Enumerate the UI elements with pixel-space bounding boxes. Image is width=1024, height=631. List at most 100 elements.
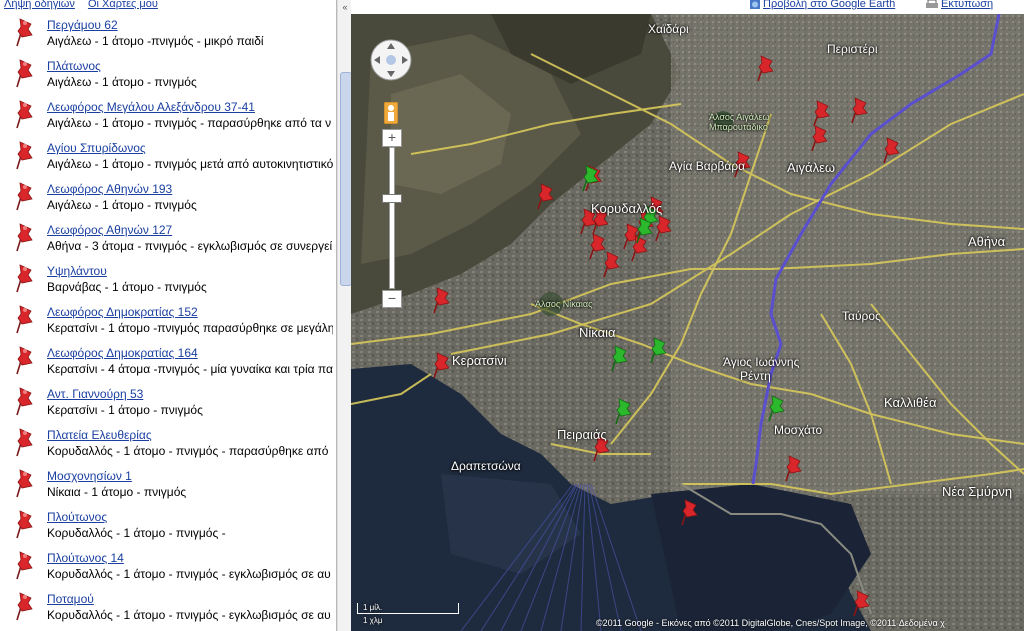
placemark-list-item[interactable]: Μοσχονησίων 1 Νίκαια - 1 άτομο - πνιγμός: [0, 467, 336, 508]
map-label-aigaleo: Αιγάλεω: [787, 160, 836, 175]
placemark-description: Αιγάλεω - 1 άτομο -πνιγμός - μικρό παιδί: [47, 34, 264, 48]
zoom-in-button[interactable]: +: [382, 129, 402, 147]
map-label-alsos: Άλσος Αιγάλεω: [709, 112, 770, 122]
placemark-description: Αθήνα - 3 άτομα - πνιγμός - εγκλωβισμός …: [47, 239, 333, 253]
map-label-keratsini: Κερατσίνι: [452, 353, 507, 368]
red-pushpin-icon: [16, 59, 33, 88]
green-pushpin-icon[interactable]: [613, 397, 635, 425]
placemark-description: Κορυδαλλός - 1 άτομο - πνιγμός - εγκλωβι…: [47, 567, 331, 581]
directions-link[interactable]: Λήψη οδηγιών: [4, 0, 75, 10]
placemark-list-item[interactable]: Λεωφόρος Δημοκρατίας 152 Κερατσίνι - 1 άτ…: [0, 303, 336, 344]
placemark-title[interactable]: Αγίου Σπυρίδωνος: [47, 141, 146, 155]
placemark-title[interactable]: Πλούτωνος: [47, 510, 107, 524]
placemark-list-item[interactable]: Λεωφόρος Μεγάλου Αλεξάνδρου 37-41 Αιγάλεω…: [0, 98, 336, 139]
green-pushpin-icon[interactable]: [634, 216, 656, 244]
placemark-description: Κερατσίνι - 1 άτομο -πνιγμός παρασύρθηκε…: [47, 321, 333, 335]
placemark-title[interactable]: Πλατεία Ελευθερίας: [47, 428, 152, 442]
placemark-list-item[interactable]: Υψηλάντου Βαρνάβας - 1 άτομο - πνιγμός: [0, 262, 336, 303]
google-earth-icon: [750, 0, 760, 9]
placemark-description: Αιγάλεω - 1 άτομο - πνιγμός: [47, 198, 197, 212]
map-scale: 1 μίλ. 1 χλμ: [357, 603, 461, 627]
placemark-title[interactable]: Λεωφόρος Δημοκρατίας 164: [47, 346, 198, 360]
sidebar-scrollbar[interactable]: «: [337, 0, 352, 631]
sidebar-top-links: Λήψη οδηγιών Οι Χάρτες μου: [0, 0, 336, 10]
zoom-slider-thumb[interactable]: [382, 194, 402, 203]
placemark-list-item[interactable]: Πλούτωνος Κορυδαλλός - 1 άτομο - πνιγμός …: [0, 508, 336, 549]
placemark-title[interactable]: Πλούτωνος 14: [47, 551, 124, 565]
placemark-title[interactable]: Λεωφόρος Αθηνών 127: [47, 223, 172, 237]
red-pushpin-icon: [16, 469, 33, 498]
red-pushpin-icon: [16, 182, 33, 211]
map-label-chaidari: Χαϊδάρι: [648, 22, 689, 36]
placemark-title[interactable]: Λεωφόρος Μεγάλου Αλεξάνδρου 37-41: [47, 100, 255, 114]
placemark-list: Περγάμου 62 Αιγάλεω - 1 άτομο -πνιγμός - …: [0, 16, 336, 631]
green-pushpin-icon[interactable]: [766, 394, 788, 422]
placemark-list-item[interactable]: Λεωφόρος Αθηνών 193 Αιγάλεω - 1 άτομο - π…: [0, 180, 336, 221]
placemark-list-item[interactable]: Περγάμου 62 Αιγάλεω - 1 άτομο -πνιγμός - …: [0, 16, 336, 57]
placemark-description: Κορυδαλλός - 1 άτομο - πνιγμός - παρασύρ…: [47, 444, 329, 458]
red-pushpin-icon: [16, 18, 33, 47]
map-label-nea-smyrni: Νέα Σμύρνη: [942, 484, 1013, 499]
scale-miles: 1 μίλ.: [363, 603, 383, 612]
placemark-title[interactable]: Μοσχονησίων 1: [47, 469, 132, 483]
red-pushpin-icon[interactable]: [809, 124, 831, 152]
placemark-description: Νίκαια - 1 άτομο - πνιγμός: [47, 485, 187, 499]
placemark-description: Βαρνάβας - 1 άτομο - πνιγμός: [47, 280, 207, 294]
map-label-athina: Αθήνα: [968, 234, 1006, 249]
red-pushpin-icon[interactable]: [811, 99, 833, 127]
map-label-kallithea: Καλλιθέα: [884, 395, 937, 410]
red-pushpin-icon: [16, 428, 33, 457]
my-maps-link[interactable]: Οι Χάρτες μου: [88, 0, 158, 10]
map-toolbar: Προβολή στο Google Earth Εκτύπωση: [351, 0, 1024, 14]
collapse-icon[interactable]: «: [338, 0, 352, 14]
map-label-agios-ioannis: Άγιος Ιωάννης: [723, 355, 800, 369]
placemark-title[interactable]: Ποταμού: [47, 592, 94, 606]
placemark-list-item[interactable]: Λεωφόρος Δημοκρατίας 164 Κερατσίνι - 4 άτ…: [0, 344, 336, 385]
red-pushpin-icon[interactable]: [587, 232, 609, 260]
red-pushpin-icon: [16, 592, 33, 621]
placemark-title[interactable]: Αντ. Γιαννούρη 53: [47, 387, 143, 401]
red-pushpin-icon[interactable]: [535, 182, 557, 210]
red-pushpin-icon: [16, 305, 33, 334]
placemark-description: Κορυδαλλός - 1 άτομο - πνιγμός -: [47, 526, 226, 540]
red-pushpin-icon: [16, 387, 33, 416]
print-link[interactable]: Εκτύπωση: [941, 0, 993, 10]
map-label-peristeri: Περιστέρι: [827, 42, 878, 56]
placemark-list-item[interactable]: Ποταμού Κορυδαλλός - 1 άτομο - πνιγμός - …: [0, 590, 336, 631]
red-pushpin-icon[interactable]: [851, 589, 873, 617]
green-pushpin-icon[interactable]: [580, 164, 602, 192]
red-pushpin-icon[interactable]: [881, 136, 903, 164]
placemark-list-item[interactable]: Πλατεία Ελευθερίας Κορυδαλλός - 1 άτομο -…: [0, 426, 336, 467]
red-pushpin-icon[interactable]: [783, 454, 805, 482]
red-pushpin-icon[interactable]: [679, 498, 701, 526]
map-label-rentis: Ρέντη: [740, 369, 771, 383]
google-earth-link[interactable]: Προβολή στο Google Earth: [763, 0, 895, 10]
zoom-slider-track[interactable]: [389, 147, 395, 289]
red-pushpin-icon[interactable]: [849, 96, 871, 124]
red-pushpin-icon[interactable]: [755, 54, 777, 82]
map-label-drapetsona: Δραπετσώνα: [451, 459, 521, 473]
green-pushpin-icon[interactable]: [609, 344, 631, 372]
placemark-list-item[interactable]: Αγίου Σπυρίδωνος Αιγάλεω - 1 άτομο - πνιγ…: [0, 139, 336, 180]
green-pushpin-icon[interactable]: [648, 336, 670, 364]
map-label-alsos2: Μπαρουτάδικο: [709, 122, 768, 132]
placemark-title[interactable]: Λεωφόρος Αθηνών 193: [47, 182, 172, 196]
map-imagery: [351, 14, 1024, 631]
pan-control[interactable]: [369, 38, 413, 82]
red-pushpin-icon[interactable]: [431, 286, 453, 314]
satellite-map[interactable]: Χαϊδάρι Περιστέρι Άλσος Αιγάλεω Μπαρουτά…: [351, 14, 1024, 631]
placemark-title[interactable]: Λεωφόρος Δημοκρατίας 152: [47, 305, 198, 319]
placemark-description: Κερατσίνι - 4 άτομα -πνιγμός - μία γυναί…: [47, 362, 333, 376]
zoom-out-button[interactable]: −: [382, 290, 402, 308]
placemark-title[interactable]: Περγάμου 62: [47, 18, 118, 32]
placemark-list-item[interactable]: Αντ. Γιαννούρη 53 Κερατσίνι - 1 άτομο - π…: [0, 385, 336, 426]
placemark-list-item[interactable]: Πλούτωνος 14 Κορυδαλλός - 1 άτομο - πνιγμ…: [0, 549, 336, 590]
placemark-title[interactable]: Υψηλάντου: [47, 264, 107, 278]
placemark-list-item[interactable]: Πλάτωνος Αιγάλεω - 1 άτομο - πνιγμός: [0, 57, 336, 98]
map-label-agia-varvara: Αγία Βαρβάρα: [669, 159, 746, 173]
red-pushpin-icon[interactable]: [431, 351, 453, 379]
hand-icon: [386, 55, 396, 65]
pegman-icon[interactable]: [384, 102, 398, 124]
placemark-list-item[interactable]: Λεωφόρος Αθηνών 127 Αθήνα - 3 άτομα - πνι…: [0, 221, 336, 262]
placemark-title[interactable]: Πλάτωνος: [47, 59, 101, 73]
